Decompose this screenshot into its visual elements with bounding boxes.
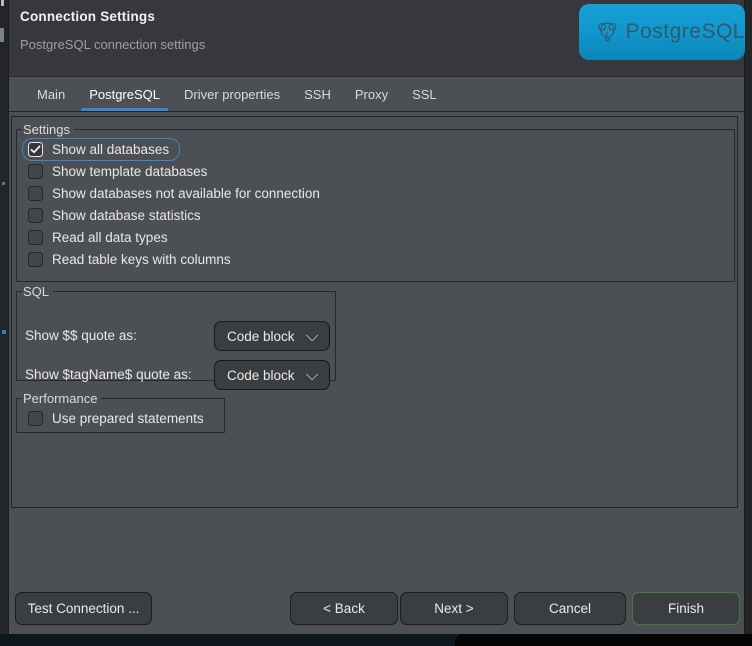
tab-ssh[interactable]: SSH xyxy=(292,78,343,111)
checkbox-label: Read table keys with columns xyxy=(52,252,231,267)
performance-group: Performance Use prepared statements xyxy=(16,391,225,433)
background-window-artifact xyxy=(0,28,4,42)
cancel-button[interactable]: Cancel xyxy=(514,592,626,625)
background-window-artifact xyxy=(2,182,5,185)
checkmark-icon xyxy=(30,145,41,154)
show-dollar-quote-label: Show $$ quote as: xyxy=(25,321,137,351)
combo-selected-value: Code block xyxy=(227,329,295,344)
checkbox-read-all-data-types[interactable]: Read all data types xyxy=(25,226,726,248)
settings-group: Settings Show all databases Show templat… xyxy=(16,122,735,282)
tab-main[interactable]: Main xyxy=(25,78,77,111)
page-title: Connection Settings xyxy=(20,9,155,24)
checkbox-box xyxy=(28,230,43,245)
chevron-down-icon xyxy=(306,328,319,341)
checkbox-box xyxy=(28,411,43,426)
checkbox-box xyxy=(28,164,43,179)
combo-selected-value: Code block xyxy=(227,368,295,383)
checkbox-box xyxy=(28,208,43,223)
checkbox-label: Show database statistics xyxy=(52,208,201,223)
checkbox-label: Show template databases xyxy=(52,164,207,179)
checkbox-box xyxy=(28,252,43,267)
tab-driver-properties[interactable]: Driver properties xyxy=(172,78,292,111)
background-window-teal xyxy=(0,634,455,646)
postgresql-elephant-icon xyxy=(597,11,618,53)
back-button[interactable]: < Back xyxy=(290,592,398,625)
chevron-down-icon xyxy=(306,367,319,380)
postgresql-logo: PostgreSQL xyxy=(579,4,745,60)
background-window-artifact xyxy=(1,0,4,6)
checkbox-show-databases-not-available[interactable]: Show databases not available for connect… xyxy=(25,182,726,204)
background-window-left-strip xyxy=(0,0,8,634)
tab-content-panel: Settings Show all databases Show templat… xyxy=(11,116,738,508)
show-dollar-quote-select[interactable]: Code block xyxy=(214,321,330,351)
checkbox-label: Use prepared statements xyxy=(52,411,204,426)
checkbox-box xyxy=(28,142,43,157)
background-window-right-strip xyxy=(745,0,752,634)
background-windows-bottom xyxy=(0,634,752,646)
checkbox-show-all-databases[interactable]: Show all databases xyxy=(25,138,726,160)
performance-group-label: Performance xyxy=(22,391,101,406)
tab-postgresql[interactable]: PostgreSQL xyxy=(77,78,172,111)
checkbox-show-database-statistics[interactable]: Show database statistics xyxy=(25,204,726,226)
checkbox-show-template-databases[interactable]: Show template databases xyxy=(25,160,726,182)
checkbox-label: Read all data types xyxy=(52,230,168,245)
dialog-header: Connection Settings PostgreSQL connectio… xyxy=(9,0,744,77)
sql-group-label: SQL xyxy=(22,284,53,299)
tab-proxy[interactable]: Proxy xyxy=(343,78,400,111)
checkbox-read-table-keys[interactable]: Read table keys with columns xyxy=(25,248,726,270)
finish-button[interactable]: Finish xyxy=(632,592,740,625)
postgresql-logo-text: PostgreSQL xyxy=(626,20,745,44)
show-tagname-quote-label: Show $tagName$ quote as: xyxy=(25,360,192,390)
tab-ssl[interactable]: SSL xyxy=(400,78,449,111)
checkbox-use-prepared-statements[interactable]: Use prepared statements xyxy=(25,407,216,429)
checkbox-label: Show all databases xyxy=(52,142,169,157)
checkbox-box xyxy=(28,186,43,201)
settings-tabbar: Main PostgreSQL Driver properties SSH Pr… xyxy=(9,78,744,112)
page-subtitle: PostgreSQL connection settings xyxy=(20,37,205,52)
background-window-artifact xyxy=(2,330,6,334)
sql-group: SQL Show $$ quote as: Code block Show $t… xyxy=(16,284,336,381)
connection-settings-dialog: Connection Settings PostgreSQL connectio… xyxy=(8,0,745,634)
next-button[interactable]: Next > xyxy=(400,592,508,625)
checkbox-label: Show databases not available for connect… xyxy=(52,186,320,201)
test-connection-button[interactable]: Test Connection ... xyxy=(15,592,152,625)
background-window-black xyxy=(455,634,752,646)
settings-group-label: Settings xyxy=(22,122,74,137)
show-tagname-quote-select[interactable]: Code block xyxy=(214,360,330,390)
